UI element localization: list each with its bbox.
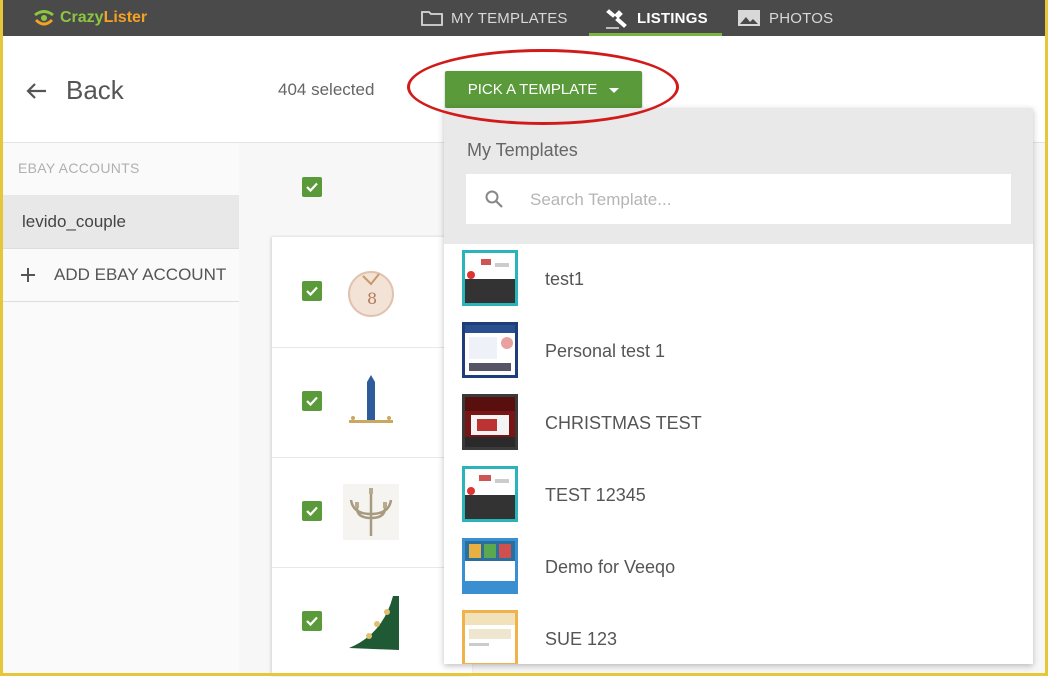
listing-thumbnail	[343, 374, 399, 430]
add-account-label: ADD EBAY ACCOUNT	[54, 265, 227, 284]
add-ebay-account-button[interactable]: ADD EBAY ACCOUNT	[0, 248, 239, 302]
sidebar: EBAY ACCOUNTS levido_couple ADD EBAY ACC…	[0, 143, 239, 676]
caret-down-icon	[609, 88, 620, 93]
back-label: Back	[66, 75, 124, 105]
sidebar-account-item[interactable]: levido_couple	[0, 195, 239, 248]
folder-icon	[421, 11, 443, 26]
nav-label: MY TEMPLATES	[451, 9, 568, 27]
check-icon	[306, 286, 318, 297]
template-thumbnail	[462, 322, 518, 378]
svg-text:8: 8	[367, 289, 377, 308]
listing-checkbox[interactable]	[302, 611, 322, 631]
listing-checkbox[interactable]	[302, 391, 322, 411]
template-item-test-12345[interactable]: TEST 12345	[444, 459, 1033, 531]
template-search-input[interactable]	[528, 174, 1002, 226]
brand-name: CrazyLister	[60, 9, 148, 26]
template-item-demo-for-veeqo[interactable]: Demo for Veeqo	[444, 531, 1033, 603]
template-item-personal-test-1[interactable]: Personal test 1	[444, 315, 1033, 387]
brand-logo[interactable]: CrazyLister	[32, 5, 147, 31]
check-icon	[306, 396, 318, 407]
template-name: TEST 12345	[545, 484, 646, 505]
listing-thumbnail: 8	[343, 264, 399, 320]
pick-template-label: PICK A TEMPLATE	[467, 81, 598, 98]
dropdown-header: My Templates	[444, 108, 1033, 244]
template-thumbnail	[462, 394, 518, 450]
check-icon	[306, 616, 318, 627]
template-name: Personal test 1	[545, 340, 666, 361]
selected-count: 404 selected	[278, 80, 375, 99]
template-search	[466, 174, 1011, 226]
gavel-icon	[606, 9, 627, 29]
nav-my-templates[interactable]: MY TEMPLATES	[421, 0, 568, 36]
back-button[interactable]: Back	[26, 75, 124, 106]
check-icon	[306, 506, 318, 517]
template-thumbnail	[462, 538, 518, 594]
nav-label: PHOTOS	[769, 9, 834, 27]
template-item-sue-123[interactable]: SUE 123	[444, 603, 1033, 664]
nav-photos[interactable]: PHOTOS	[737, 0, 833, 36]
nav-label: LISTINGS	[637, 9, 708, 27]
template-name: CHRISTMAS TEST	[545, 412, 702, 433]
dropdown-title: My Templates	[467, 140, 578, 160]
sidebar-title: EBAY ACCOUNTS	[18, 160, 140, 176]
select-all-checkbox[interactable]	[302, 177, 322, 197]
listing-checkbox[interactable]	[302, 281, 322, 301]
listing-thumbnail	[343, 484, 399, 540]
pick-template-button[interactable]: PICK A TEMPLATE	[445, 71, 642, 108]
template-thumbnail	[462, 610, 518, 664]
template-name: test1	[545, 268, 585, 289]
logo-icon	[32, 6, 56, 30]
listing-checkbox[interactable]	[302, 501, 322, 521]
template-item-test1[interactable]: test1	[444, 243, 1033, 315]
image-icon	[738, 10, 760, 26]
template-item-christmas-test[interactable]: CHRISTMAS TEST	[444, 387, 1033, 459]
template-name: SUE 123	[545, 628, 618, 649]
arrow-left-icon	[26, 82, 46, 99]
template-name: Demo for Veeqo	[545, 556, 676, 577]
plus-icon	[21, 268, 35, 282]
template-thumbnail	[462, 250, 518, 306]
listing-thumbnail	[343, 594, 399, 650]
template-thumbnail	[462, 466, 518, 522]
nav-listings[interactable]: LISTINGS	[605, 0, 708, 36]
check-icon	[306, 182, 318, 193]
template-dropdown: My Templates test1 Personal test 1 CHRIS…	[444, 108, 1033, 664]
top-navbar: CrazyLister MY TEMPLATES LISTINGS PHOTOS	[0, 0, 1048, 36]
search-icon	[485, 190, 503, 208]
